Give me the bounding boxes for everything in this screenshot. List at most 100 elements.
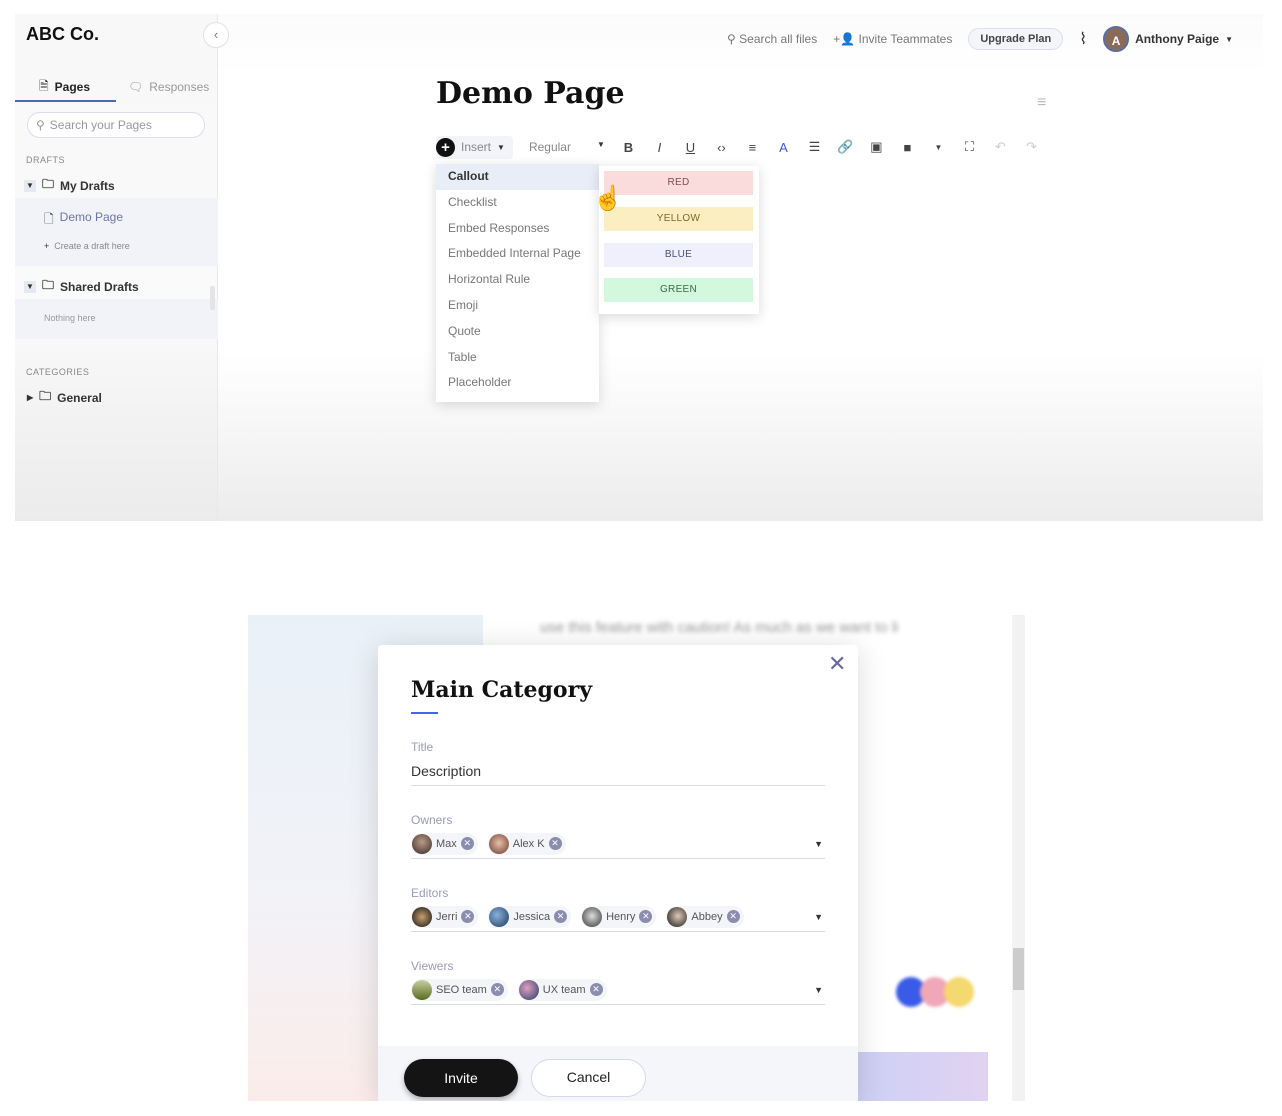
- italic-icon[interactable]: I: [644, 140, 675, 155]
- chip-label: Jessica: [513, 910, 551, 923]
- fullscreen-icon[interactable]: ⛶: [954, 139, 985, 155]
- close-icon[interactable]: ✕: [828, 651, 846, 677]
- image-icon[interactable]: ▣: [861, 139, 892, 155]
- remove-icon[interactable]: ✕: [548, 837, 562, 850]
- page-title[interactable]: Demo Page: [436, 76, 625, 111]
- folder-label: Shared Drafts: [60, 279, 139, 294]
- caret-right-icon[interactable]: ▶: [27, 393, 33, 402]
- add-user-icon: +👤: [833, 32, 856, 46]
- avatar: [412, 906, 432, 927]
- menu-item-quote[interactable]: Quote: [436, 319, 599, 345]
- avatar: [489, 906, 510, 927]
- title-input[interactable]: Description: [411, 756, 825, 786]
- scrollbar[interactable]: [1012, 615, 1025, 1101]
- menu-item-horizontal-rule[interactable]: Horizontal Rule: [436, 267, 599, 293]
- viewer-chip: SEO team ✕: [411, 978, 508, 1001]
- owners-select[interactable]: Max ✕ Alex K ✕ ▼: [411, 829, 825, 859]
- upgrade-plan-button[interactable]: Upgrade Plan: [968, 28, 1064, 50]
- remove-icon[interactable]: ✕: [460, 837, 474, 850]
- avatar: [488, 833, 509, 854]
- create-draft-label: Create a draft here: [54, 241, 130, 251]
- link-icon[interactable]: 🔗: [830, 139, 861, 155]
- activity-icon[interactable]: ⌇: [1079, 29, 1087, 49]
- plus-icon: +: [436, 137, 455, 157]
- page-label: Demo Page: [59, 210, 124, 224]
- chip-label: UX team: [542, 983, 586, 996]
- search-placeholder: Search your Pages: [49, 118, 152, 132]
- category-general[interactable]: ▶ 🗀 General: [27, 387, 102, 408]
- callout-yellow[interactable]: YELLOW: [604, 207, 753, 231]
- editor-chip: Abbey ✕: [666, 905, 744, 928]
- resize-handle[interactable]: [210, 286, 215, 310]
- callout-blue[interactable]: BLUE: [604, 243, 753, 267]
- editors-select[interactable]: Jerri ✕ Jessica ✕ Henry ✕ Abbey ✕ ▼: [411, 902, 825, 932]
- menu-item-table[interactable]: Table: [436, 345, 599, 371]
- caret-down-icon[interactable]: ▼: [24, 280, 36, 293]
- caret-down-icon[interactable]: ▼: [814, 985, 823, 995]
- remove-icon[interactable]: ✕: [554, 910, 568, 923]
- text-style-select[interactable]: Regular ▼: [529, 140, 605, 154]
- cancel-button[interactable]: Cancel: [531, 1059, 646, 1097]
- viewers-select[interactable]: SEO team ✕ UX team ✕ ▼: [411, 975, 825, 1005]
- invite-teammates-button[interactable]: +👤 Invite Teammates: [833, 32, 952, 46]
- owners-label: Owners: [411, 813, 453, 827]
- text-color-icon[interactable]: A: [768, 140, 799, 155]
- caret-down-icon[interactable]: ▼: [814, 839, 823, 849]
- invite-button[interactable]: Invite: [404, 1059, 518, 1097]
- folder-my-drafts[interactable]: ▼ 🗀 My Drafts: [24, 175, 115, 196]
- caret-down-icon[interactable]: ▼: [24, 179, 36, 192]
- list-icon[interactable]: ☰: [799, 139, 830, 155]
- menu-item-embedded-internal-page[interactable]: Embedded Internal Page: [436, 241, 599, 267]
- menu-icon[interactable]: ≡: [1037, 94, 1046, 112]
- chip-label: Henry: [606, 910, 636, 923]
- folder-shared-drafts[interactable]: ▼ 🗀 Shared Drafts: [24, 276, 139, 297]
- my-drafts-content: [15, 198, 218, 266]
- avatar: [518, 979, 539, 1000]
- chip-label: Jerri: [436, 910, 458, 923]
- comment-icon: 🗨: [128, 80, 144, 94]
- sidebar: ABC Co. 🗎 Pages 🗨 Responses ⚲ Search your P…: [15, 14, 218, 521]
- tab-responses[interactable]: 🗨 Responses: [128, 72, 209, 102]
- document-icon: 🗋: [44, 212, 54, 226]
- menu-item-placeholder[interactable]: Placeholder: [436, 370, 599, 396]
- search-files-label: Search all files: [739, 32, 818, 46]
- remove-icon[interactable]: ✕: [639, 910, 653, 923]
- editor-chip: Jessica ✕: [488, 905, 572, 928]
- insert-button[interactable]: + Insert ▼: [436, 135, 513, 159]
- invite-label: Invite Teammates: [858, 32, 953, 46]
- callout-green[interactable]: GREEN: [604, 278, 753, 302]
- editor-chip: Jerri ✕: [411, 905, 479, 928]
- search-pages-input[interactable]: ⚲ Search your Pages: [27, 112, 205, 138]
- video-icon[interactable]: ■: [892, 140, 923, 155]
- chip-label: Max: [436, 837, 457, 850]
- menu-item-checklist[interactable]: Checklist: [436, 190, 599, 216]
- redo-icon[interactable]: ↷: [1016, 139, 1047, 155]
- page-demo-page[interactable]: 🗋 Demo Page: [44, 210, 123, 231]
- user-menu[interactable]: A Anthony Paige ▼: [1103, 26, 1233, 52]
- remove-icon[interactable]: ✕: [461, 910, 475, 923]
- menu-item-callout[interactable]: Callout: [436, 164, 599, 190]
- callout-red[interactable]: RED: [604, 171, 753, 195]
- caret-down-icon[interactable]: ▼: [814, 912, 823, 922]
- title-label: Title: [411, 740, 434, 754]
- collapse-sidebar-button[interactable]: ‹: [203, 22, 229, 48]
- code-icon[interactable]: ‹›: [706, 140, 737, 155]
- align-icon[interactable]: ≡: [737, 140, 768, 155]
- remove-icon[interactable]: ✕: [589, 983, 603, 996]
- undo-icon[interactable]: ↶: [985, 139, 1016, 155]
- chip-label: SEO team: [436, 983, 487, 996]
- menu-item-emoji[interactable]: Emoji: [436, 293, 599, 319]
- menu-item-embed-responses[interactable]: Embed Responses: [436, 216, 599, 242]
- scrollbar-thumb[interactable]: [1013, 948, 1024, 990]
- tab-pages[interactable]: 🗎 Pages: [39, 72, 90, 102]
- search-files-button[interactable]: ⚲ Search all files: [727, 32, 817, 46]
- bold-icon[interactable]: B: [613, 140, 644, 155]
- owner-chip: Max ✕: [411, 832, 478, 855]
- create-draft-link[interactable]: + Create a draft here: [44, 241, 130, 251]
- caret-down-icon: ▼: [1225, 34, 1233, 44]
- caret-down-icon[interactable]: ▼: [923, 143, 954, 152]
- remove-icon[interactable]: ✕: [490, 983, 504, 996]
- remove-icon[interactable]: ✕: [726, 910, 740, 923]
- avatar: [412, 833, 432, 854]
- underline-icon[interactable]: U: [675, 140, 706, 155]
